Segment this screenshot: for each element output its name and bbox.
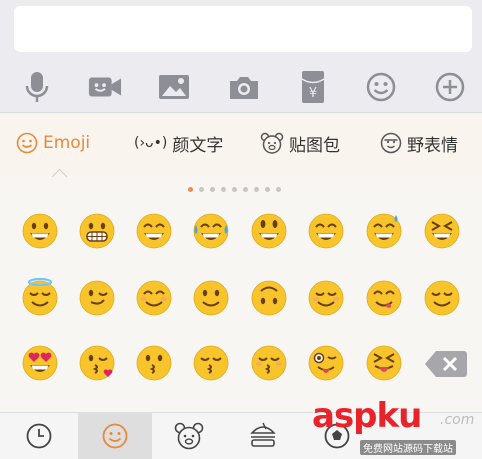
red-packet-icon[interactable]: ¥: [296, 70, 330, 104]
page-dot-active[interactable]: [188, 187, 193, 192]
video-icon[interactable]: [88, 70, 122, 104]
emoji-yum[interactable]: [365, 278, 403, 316]
page-indicator: [188, 187, 281, 192]
food-sticker-tab[interactable]: [226, 413, 300, 459]
emoji-squinting-tongue[interactable]: [365, 343, 403, 381]
emoji-slight-smile[interactable]: [192, 278, 230, 316]
emoji-zany[interactable]: [307, 343, 345, 381]
emoji-icon: [102, 423, 128, 449]
burger-icon: [250, 422, 276, 447]
tab-emoji-label: Emoji: [43, 133, 91, 153]
emoji-tears-of-joy[interactable]: [192, 211, 230, 249]
emoji-relaxed[interactable]: [307, 278, 345, 316]
emoji-grin[interactable]: [307, 211, 345, 249]
page-dot[interactable]: [243, 187, 248, 192]
page-dot[interactable]: [210, 187, 215, 192]
page-dot[interactable]: [254, 187, 259, 192]
image-icon[interactable]: [157, 70, 191, 104]
bear-face-icon: [260, 132, 284, 154]
kaomoji-face: (›ᴗ•): [134, 135, 168, 151]
emoji-halo[interactable]: [21, 278, 59, 316]
emoji-upside-down[interactable]: [250, 278, 288, 316]
emoji-source-tab[interactable]: [78, 413, 152, 459]
microphone-icon[interactable]: [20, 70, 54, 104]
page-dot[interactable]: [232, 187, 237, 192]
emoji-beaming[interactable]: [135, 211, 173, 249]
page-dot[interactable]: [199, 187, 204, 192]
tab-sticker-pack-label: 贴图包: [289, 135, 340, 156]
camera-icon[interactable]: [227, 70, 261, 104]
emoji-grimacing[interactable]: [78, 211, 116, 249]
clock-icon: [26, 423, 52, 449]
emoji-category-tabs: Emoji (›ᴗ•) 颜文字 贴图包 野表情: [0, 113, 482, 175]
plus-icon[interactable]: [433, 70, 467, 104]
tab-wild-emoji[interactable]: 野表情: [380, 129, 458, 157]
message-input[interactable]: [14, 6, 472, 52]
bear-sticker-tab[interactable]: [152, 413, 226, 459]
emoji-icon[interactable]: [364, 70, 398, 104]
emoji-source-bar: [0, 412, 482, 459]
backspace-icon: [425, 351, 467, 377]
emoji-kissing-heart[interactable]: [78, 343, 116, 381]
input-toolbar: ¥: [0, 62, 482, 113]
tab-kaomoji-label: 颜文字: [172, 135, 224, 156]
sport-sticker-tab[interactable]: [300, 413, 374, 459]
page-dot[interactable]: [221, 187, 226, 192]
recent-tab[interactable]: [2, 413, 76, 459]
emoji-grinning[interactable]: [21, 211, 59, 249]
mask-face-icon: [380, 132, 402, 154]
tab-wild-emoji-label: 野表情: [407, 135, 458, 156]
emoji-sweat-smile[interactable]: [365, 211, 403, 249]
emoji-laughing[interactable]: [423, 211, 461, 249]
emoji-heart-eyes[interactable]: [21, 343, 59, 381]
bear-icon: [174, 422, 204, 450]
red-packet-symbol: ¥: [309, 86, 317, 101]
emoji-smiling[interactable]: [135, 278, 173, 316]
emoji-winking[interactable]: [78, 278, 116, 316]
smiley-outline-icon: [16, 132, 38, 154]
emoji-panel: Emoji (›ᴗ•) 颜文字 贴图包 野表情: [0, 113, 482, 412]
tab-kaomoji[interactable]: (›ᴗ•) 颜文字: [134, 129, 223, 157]
ball-icon: [324, 423, 350, 449]
emoji-kissing[interactable]: [135, 343, 173, 381]
emoji-relieved[interactable]: [423, 278, 461, 316]
page-dot[interactable]: [265, 187, 270, 192]
tab-emoji[interactable]: Emoji: [16, 129, 90, 157]
emoji-kissing-smiling-eyes[interactable]: [192, 343, 230, 381]
backspace-button[interactable]: [424, 349, 468, 379]
emoji-smiley[interactable]: [250, 211, 288, 249]
tab-sticker-pack[interactable]: 贴图包: [260, 129, 340, 157]
page-dot[interactable]: [276, 187, 281, 192]
chat-input-area: [0, 0, 482, 62]
emoji-kissing-closed-eyes[interactable]: [250, 343, 288, 381]
